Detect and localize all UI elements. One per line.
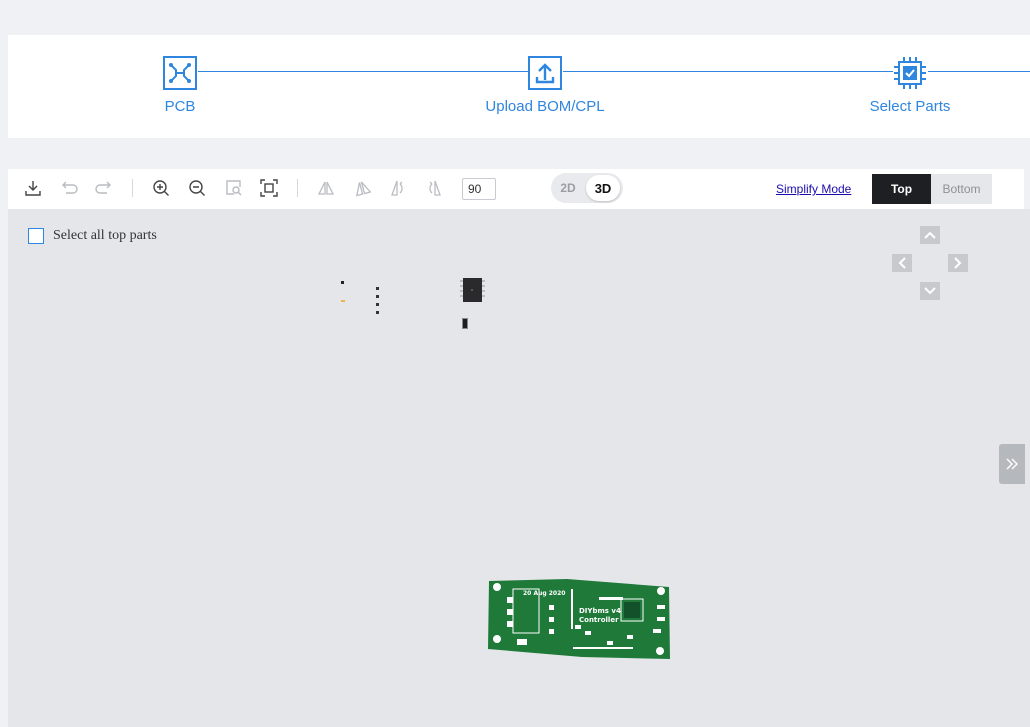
pan-up-icon[interactable] [920,226,940,244]
step-upload-bom[interactable]: Upload BOM/CPL [465,56,625,115]
pan-down-icon[interactable] [920,282,940,300]
rotate-right-icon[interactable] [424,178,444,198]
download-icon[interactable] [23,178,43,198]
zoom-in-icon[interactable] [151,178,171,198]
rotate-left-icon[interactable] [388,178,408,198]
simplify-mode-link[interactable]: Simplify Mode [776,182,851,196]
ic-chip[interactable] [460,277,485,308]
step-label-pcb: PCB [164,98,196,115]
flip-horizontal-icon[interactable] [316,178,336,198]
view-3d-button[interactable]: 3D [586,175,620,201]
pcb-subtitle-text: Controller [579,616,619,624]
select-all-checkbox[interactable] [28,228,44,244]
top-side-button[interactable]: Top [872,174,931,204]
view-2d-button[interactable]: 2D [551,175,585,201]
pcb-title-text: DIYbms v4 [579,607,621,615]
toolbar-divider [132,179,133,197]
double-chevron-right-icon[interactable] [999,444,1025,484]
view-dimension-toggle: 2D 3D [551,173,623,203]
bottom-side-button[interactable]: Bottom [931,174,992,204]
pcb-date-text: 20 Aug 2020 [523,590,565,597]
step-select-parts[interactable]: Select Parts [830,56,990,115]
zoom-out-icon[interactable] [187,178,207,198]
undo-icon[interactable] [59,178,79,198]
pan-right-icon[interactable] [948,254,968,272]
component-part[interactable] [341,300,345,302]
chip-check-icon [893,56,927,90]
step-label-select-parts: Select Parts [869,98,951,115]
select-all-label: Select all top parts [53,228,157,243]
steps-bar: PCB Upload BOM/CPL Select Parts [8,35,1030,138]
select-all-top-parts[interactable]: Select all top parts [28,228,157,244]
step-label-upload: Upload BOM/CPL [485,98,605,115]
step-pcb[interactable]: PCB [100,56,260,115]
pan-left-icon[interactable] [892,254,912,272]
rotation-angle-input[interactable] [462,178,496,200]
redo-icon[interactable] [94,178,114,198]
fit-screen-icon[interactable] [259,178,279,198]
viewer-toolbar: 2D 3D Simplify Mode Top Bottom [8,169,1024,209]
zoom-area-icon[interactable] [224,178,244,198]
pcb-icon [163,56,197,90]
component-part[interactable] [376,287,380,315]
toolbar-divider [297,179,298,197]
small-component[interactable] [462,318,468,329]
pcb-viewer-canvas[interactable]: Select all top parts 20 Aug 2020 DIYbms … [8,209,1030,727]
flip-vertical-icon[interactable] [352,178,372,198]
component-part[interactable] [341,281,344,284]
upload-icon [528,56,562,90]
pcb-board-render[interactable]: 20 Aug 2020 DIYbms v4 Controller [487,577,671,666]
